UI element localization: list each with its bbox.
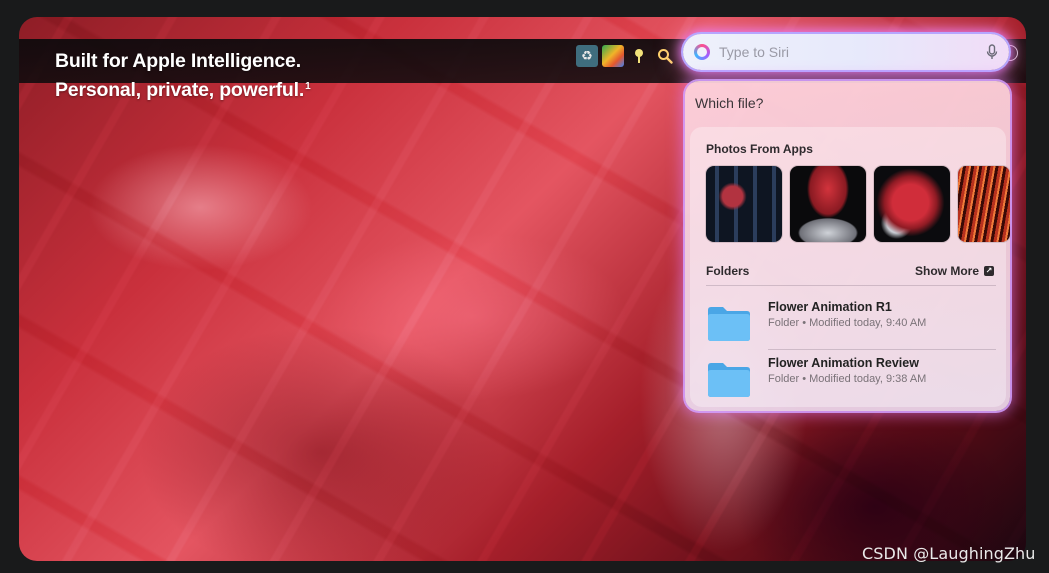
show-more-button[interactable]: Show More ↗ bbox=[915, 264, 994, 278]
show-more-label: Show More bbox=[914, 264, 979, 278]
microphone-icon[interactable] bbox=[981, 41, 1003, 63]
panel-question: Which file? bbox=[695, 95, 764, 111]
color-chart-icon[interactable] bbox=[602, 45, 624, 67]
photo-thumbnail[interactable] bbox=[874, 166, 950, 242]
search-zoom-icon[interactable] bbox=[654, 45, 676, 67]
siri-search-bar[interactable] bbox=[683, 34, 1009, 70]
search-zoom-icon-graphic bbox=[658, 49, 673, 64]
headline-line-1: Built for Apple Intelligence. bbox=[55, 50, 301, 72]
folder-row[interactable]: Flower Animation R1 Folder • Modified to… bbox=[706, 296, 996, 348]
headline: Built for Apple Intelligence. Personal, … bbox=[55, 49, 311, 103]
photo-thumbnail[interactable] bbox=[790, 166, 866, 242]
siri-results-panel: Which file? Photos From Apps Folders Sho… bbox=[685, 81, 1010, 411]
photo-thumbnail[interactable] bbox=[958, 166, 1010, 242]
siri-input[interactable] bbox=[719, 44, 981, 60]
row-divider bbox=[768, 349, 996, 350]
folder-meta: Folder • Modified today, 9:38 AM bbox=[768, 373, 927, 385]
photo-thumbnail[interactable] bbox=[706, 166, 782, 242]
microphone-icon-graphic bbox=[986, 44, 998, 59]
pin-icon-graphic bbox=[635, 49, 643, 63]
folder-name: Flower Animation R1 bbox=[768, 300, 892, 314]
photo-strip bbox=[706, 166, 1010, 242]
folder-icon bbox=[708, 363, 750, 397]
section-divider bbox=[706, 285, 996, 286]
photos-section-label: Photos From Apps bbox=[706, 142, 813, 156]
folders-section-label: Folders bbox=[706, 264, 750, 278]
headline-line-2: Personal, private, powerful.1 bbox=[55, 74, 311, 103]
recycle-icon[interactable]: ♻ bbox=[576, 45, 598, 67]
arrow-up-right-icon: ↗ bbox=[984, 266, 994, 276]
folder-icon bbox=[708, 307, 750, 341]
folder-row[interactable]: Flower Animation Review Folder • Modifie… bbox=[706, 352, 996, 404]
pin-icon[interactable] bbox=[628, 45, 650, 67]
video-frame: Built for Apple Intelligence. Personal, … bbox=[19, 17, 1026, 561]
headline-line-2-text: Personal, private, powerful. bbox=[55, 79, 305, 101]
siri-icon bbox=[694, 44, 710, 60]
results-card: Photos From Apps Folders Show More ↗ Flo… bbox=[690, 127, 1010, 407]
folder-meta: Folder • Modified today, 9:40 AM bbox=[768, 317, 927, 329]
menubar-icons: ♻ bbox=[576, 44, 676, 68]
watermark: CSDN @LaughingZhu bbox=[862, 544, 1036, 563]
folder-name: Flower Animation Review bbox=[768, 356, 919, 370]
footnote-marker: 1 bbox=[305, 81, 311, 92]
